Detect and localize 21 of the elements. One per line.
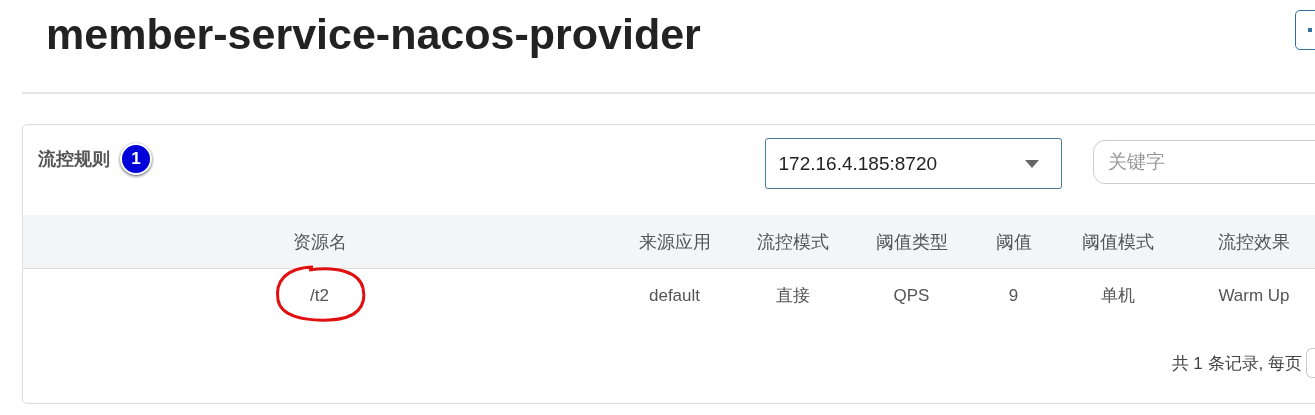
number-badge: 1	[120, 143, 152, 175]
table-cell: default	[648, 285, 700, 305]
column-header: 流控模式	[733, 215, 852, 269]
machine-select[interactable]: 172.16.4.185:8720	[764, 138, 1062, 189]
column-header: 阈值	[971, 215, 1056, 269]
page-title: member-service-nacos-provider	[46, 10, 701, 59]
panel-title: 流控规则	[38, 148, 110, 171]
table-cell: Warm Up	[1218, 285, 1290, 305]
column-header: 阈值模式	[1056, 215, 1179, 269]
column-header: 流控效果	[1179, 215, 1315, 269]
pagination-summary: 共 1 条记录, 每页	[1171, 352, 1302, 375]
table-cell: QPS	[893, 285, 930, 305]
column-header: 资源名	[23, 215, 616, 269]
table-cell: 直接	[775, 286, 810, 305]
table-cell: 单机	[1100, 286, 1135, 305]
search-field[interactable]: 关键字	[1093, 140, 1315, 184]
table-cell: 9	[1008, 285, 1019, 305]
caret-icon	[1025, 159, 1039, 168]
column-header: 阈值类型	[852, 215, 971, 269]
table-cell: /t2	[310, 285, 329, 305]
column-header: 来源应用	[616, 215, 733, 269]
